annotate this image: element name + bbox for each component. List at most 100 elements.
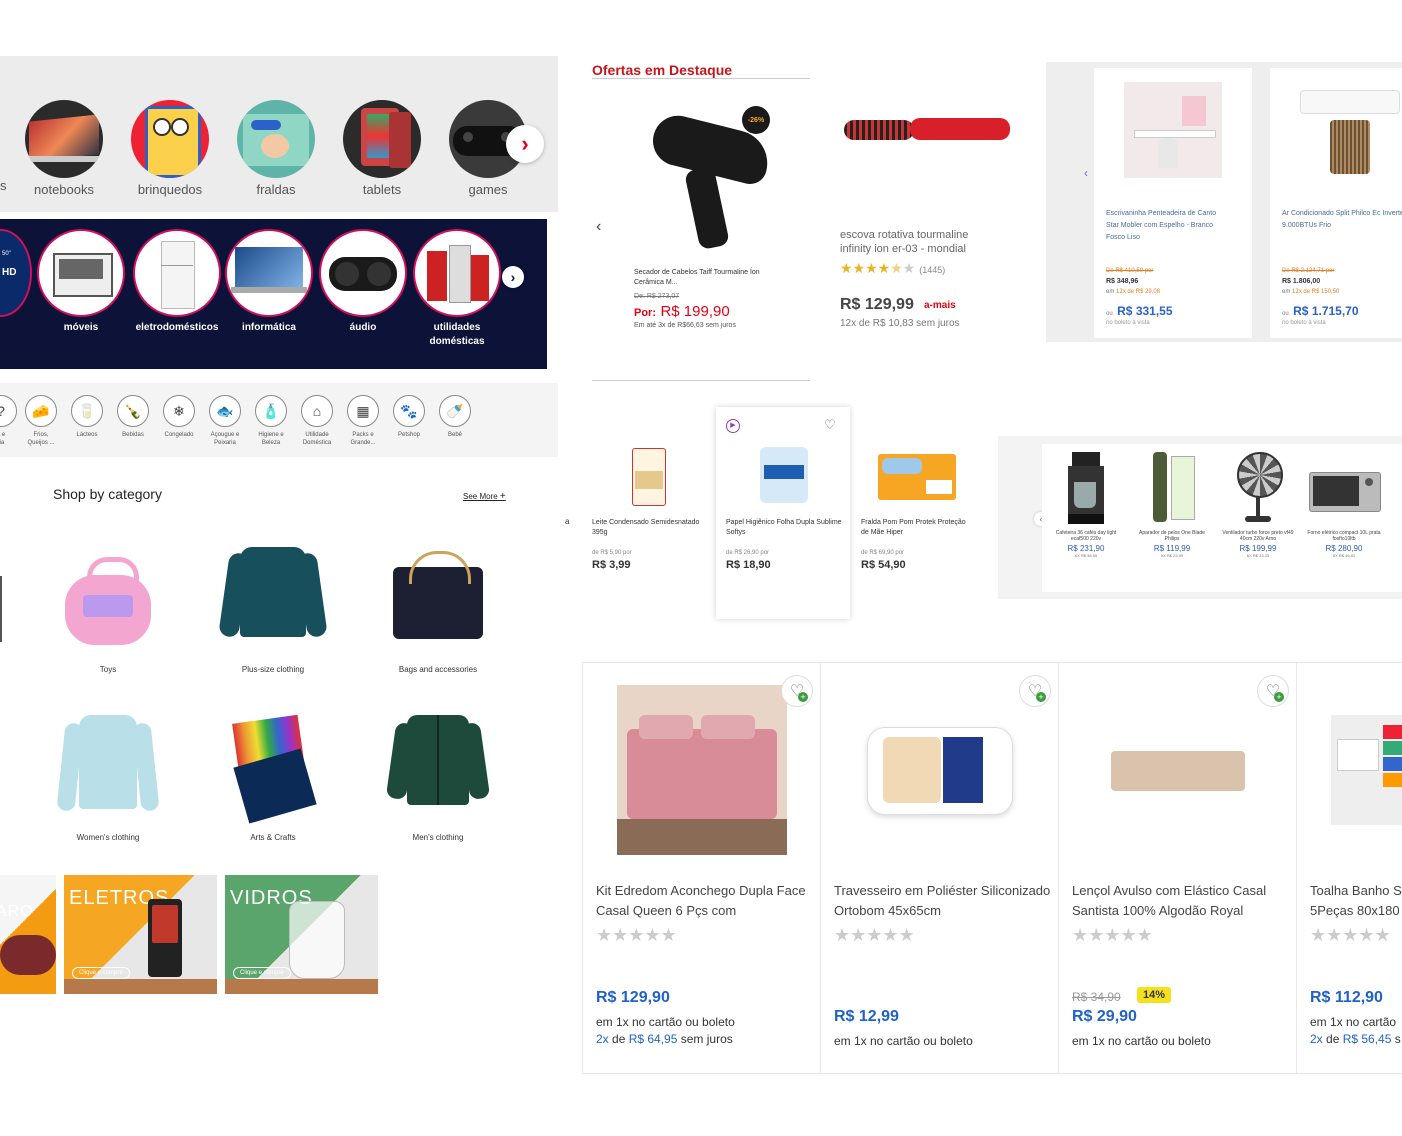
icon-category-item[interactable]: ⌂ Utilidade Doméstica bbox=[294, 395, 340, 447]
appliance-card[interactable]: Ventilador turbo force preto vf49 40cm 2… bbox=[1220, 452, 1296, 558]
desk-image bbox=[1124, 82, 1222, 178]
banner-vidros[interactable]: VIDROS Clique e compre bbox=[225, 875, 378, 994]
bag-image bbox=[383, 547, 493, 657]
product-name[interactable]: Kit Edredom Aconchego Dupla Face Casal Q… bbox=[596, 881, 816, 921]
boleto-value: R$ 1.715,70 bbox=[1293, 304, 1359, 318]
supermarket-product-highlighted[interactable]: ▶ ♡ Papel Higiênico Folha Dupla Sublime … bbox=[716, 407, 850, 619]
category-label: Frios, Queijos ... bbox=[27, 432, 55, 446]
icon-category-item[interactable]: 🧀 Frios, Queijos ... bbox=[18, 395, 64, 447]
product-card[interactable]: Escrivaninha Penteadeira de Canto Star M… bbox=[1094, 68, 1252, 338]
category-toys[interactable]: Toys bbox=[48, 547, 168, 674]
product-name: Aparador de pelos One Blade Philips bbox=[1139, 530, 1205, 542]
category-icon: ▦ bbox=[347, 395, 379, 427]
old-price: De: R$ 273,07 bbox=[634, 293, 680, 300]
category-fraldas[interactable]: fraldas bbox=[226, 100, 326, 197]
category-icon: 🍾 bbox=[117, 395, 149, 427]
installments: em 12x de R$ 29,08 bbox=[1106, 289, 1160, 295]
ac-unit-image bbox=[1300, 90, 1400, 114]
category-arts[interactable]: Arts & Crafts bbox=[213, 714, 333, 842]
wishlist-heart-icon[interactable]: ♡ + bbox=[781, 675, 813, 707]
product-card[interactable]: ♡ + Travesseiro em Poliéster Siliconizado… bbox=[820, 662, 1059, 1074]
icon-category-item[interactable]: ▦ Packs e Grande... bbox=[340, 395, 386, 447]
icon-category-item[interactable]: ❄ Congelado bbox=[156, 395, 202, 439]
product-name: Leite Condensado Semidesnatado 395g bbox=[592, 519, 700, 536]
wishlist-heart-icon[interactable]: ♡ + bbox=[1257, 675, 1289, 707]
appliance-card[interactable]: Cafeteira 36 cafés day light ecaf500 220… bbox=[1048, 452, 1124, 558]
category-plus-size[interactable]: Plus-size clothing bbox=[213, 547, 333, 674]
category-tablets[interactable]: tablets bbox=[332, 100, 432, 197]
category-icon: 🐾 bbox=[393, 395, 425, 427]
category-label-partial: s bbox=[0, 178, 7, 193]
pencils-image bbox=[218, 714, 328, 825]
product-name[interactable]: Toalha Banho S 5Peças 80x180 bbox=[1310, 881, 1402, 921]
carousel-next-button[interactable]: › bbox=[506, 125, 544, 163]
banner-partial[interactable]: ARO bbox=[0, 875, 56, 994]
inst-prefix: em bbox=[1282, 289, 1293, 295]
partial-label: a bbox=[565, 517, 570, 526]
banner-button[interactable]: Clique e compre bbox=[72, 967, 130, 979]
chevron-left-icon[interactable]: ‹ bbox=[1084, 166, 1088, 180]
see-more-label[interactable]: See More bbox=[463, 492, 498, 501]
sheet-image bbox=[1091, 685, 1263, 857]
category-womens[interactable]: Women's clothing bbox=[48, 715, 168, 842]
product-card[interactable]: Ar Condicionado Split Philco Ec Inverter… bbox=[1270, 68, 1402, 338]
hair-brush-image[interactable] bbox=[838, 110, 1014, 150]
icon-category-item[interactable]: 🍼 Bebê bbox=[432, 395, 478, 439]
appliance-card[interactable]: Aparador de pelos One Blade Philips R$ 1… bbox=[1134, 452, 1210, 558]
category-mens[interactable]: Men's clothing bbox=[378, 715, 498, 842]
icon-category-item[interactable]: 🍾 Bebidas bbox=[110, 395, 156, 439]
chevron-left-icon[interactable]: ‹ bbox=[596, 218, 601, 236]
see-more-link[interactable]: See More + bbox=[463, 491, 506, 502]
category-utilidades[interactable]: utilidades domésticas bbox=[412, 229, 502, 349]
rating-stars: ★★★★★ bbox=[834, 925, 915, 945]
fridge-image bbox=[133, 229, 221, 317]
icon-category-item[interactable]: 🐾 Petshop bbox=[386, 395, 432, 439]
boleto-label: no boleto à vista bbox=[1282, 320, 1326, 326]
category-label: Bags and accessories bbox=[398, 665, 478, 674]
diaper-image bbox=[237, 100, 315, 178]
category-audio[interactable]: áudio bbox=[318, 229, 408, 335]
icon-category-item[interactable]: 🥛 Lácteos bbox=[64, 395, 110, 439]
price: R$ 231,90 bbox=[1067, 544, 1105, 553]
inst-value: R$ 64,95 bbox=[628, 1032, 678, 1046]
por-label: Por: bbox=[634, 307, 656, 319]
pillow-image bbox=[853, 685, 1025, 857]
play-icon[interactable]: ▶ bbox=[726, 419, 740, 433]
icon-category-item[interactable]: 🧴 Higiene e Beleza bbox=[248, 395, 294, 447]
dark-carousel-next-button[interactable]: › bbox=[502, 266, 524, 288]
diaper-pack-image bbox=[878, 454, 956, 500]
appliance-card[interactable]: Forno elétrico compact 10L prata fosfto1… bbox=[1306, 452, 1382, 558]
product-card[interactable]: Toalha Banho S 5Peças 80x180 ★★★★★ R$ 11… bbox=[1296, 662, 1402, 1074]
toy-image bbox=[131, 100, 209, 178]
heart-icon[interactable]: ♡ bbox=[824, 417, 836, 433]
filled-stars: ★★★★ bbox=[840, 260, 891, 276]
category-brinquedos[interactable]: brinquedos bbox=[120, 100, 220, 197]
category-icon: 🧀 bbox=[25, 395, 57, 427]
category-label: Women's clothing bbox=[76, 833, 140, 842]
category-label: Plus-size clothing bbox=[241, 665, 305, 674]
installments: em 1x no cartão ou boleto bbox=[596, 1015, 735, 1029]
category-moveis[interactable]: móveis bbox=[36, 229, 126, 335]
banner-eletros[interactable]: ELETROS Clique e compre bbox=[64, 875, 217, 994]
icon-category-item[interactable]: 🐟 Açougue e Peixaria bbox=[202, 395, 248, 447]
product-name[interactable]: Secador de Cabelos Taiff Tourmaline Íon … bbox=[634, 268, 784, 288]
divider bbox=[592, 380, 810, 381]
product-card[interactable]: ♡ + Lençol Avulso com Elástico Casal Sant… bbox=[1058, 662, 1297, 1074]
product-name[interactable]: Lençol Avulso com Elástico Casal Santist… bbox=[1072, 881, 1292, 921]
category-eletrodomesticos[interactable]: eletrodomésticos bbox=[132, 229, 222, 335]
category-label: Congelado bbox=[164, 432, 194, 438]
product-name[interactable]: escova rotativa tourmaline infinity ion … bbox=[840, 228, 990, 256]
banner-button[interactable]: Clique e compre bbox=[233, 967, 291, 979]
speaker-image bbox=[319, 229, 407, 317]
category-notebooks[interactable]: notebooks bbox=[14, 100, 114, 197]
category-bags[interactable]: Bags and accessories bbox=[378, 547, 498, 674]
category-label: Bebidas bbox=[122, 432, 144, 438]
product-card[interactable]: ♡ + Kit Edredom Aconchego Dupla Face Casa… bbox=[582, 662, 821, 1074]
product-name[interactable]: Travesseiro em Poliéster Siliconizado Or… bbox=[834, 881, 1054, 921]
wishlist-heart-icon[interactable]: ♡ + bbox=[1019, 675, 1051, 707]
product-name: Forno elétrico compact 10L prata fosfto1… bbox=[1307, 530, 1381, 542]
category-informatica[interactable]: informática bbox=[224, 229, 314, 335]
table-image bbox=[225, 979, 378, 994]
oven-image bbox=[1309, 452, 1381, 526]
jacket-image bbox=[383, 715, 493, 825]
